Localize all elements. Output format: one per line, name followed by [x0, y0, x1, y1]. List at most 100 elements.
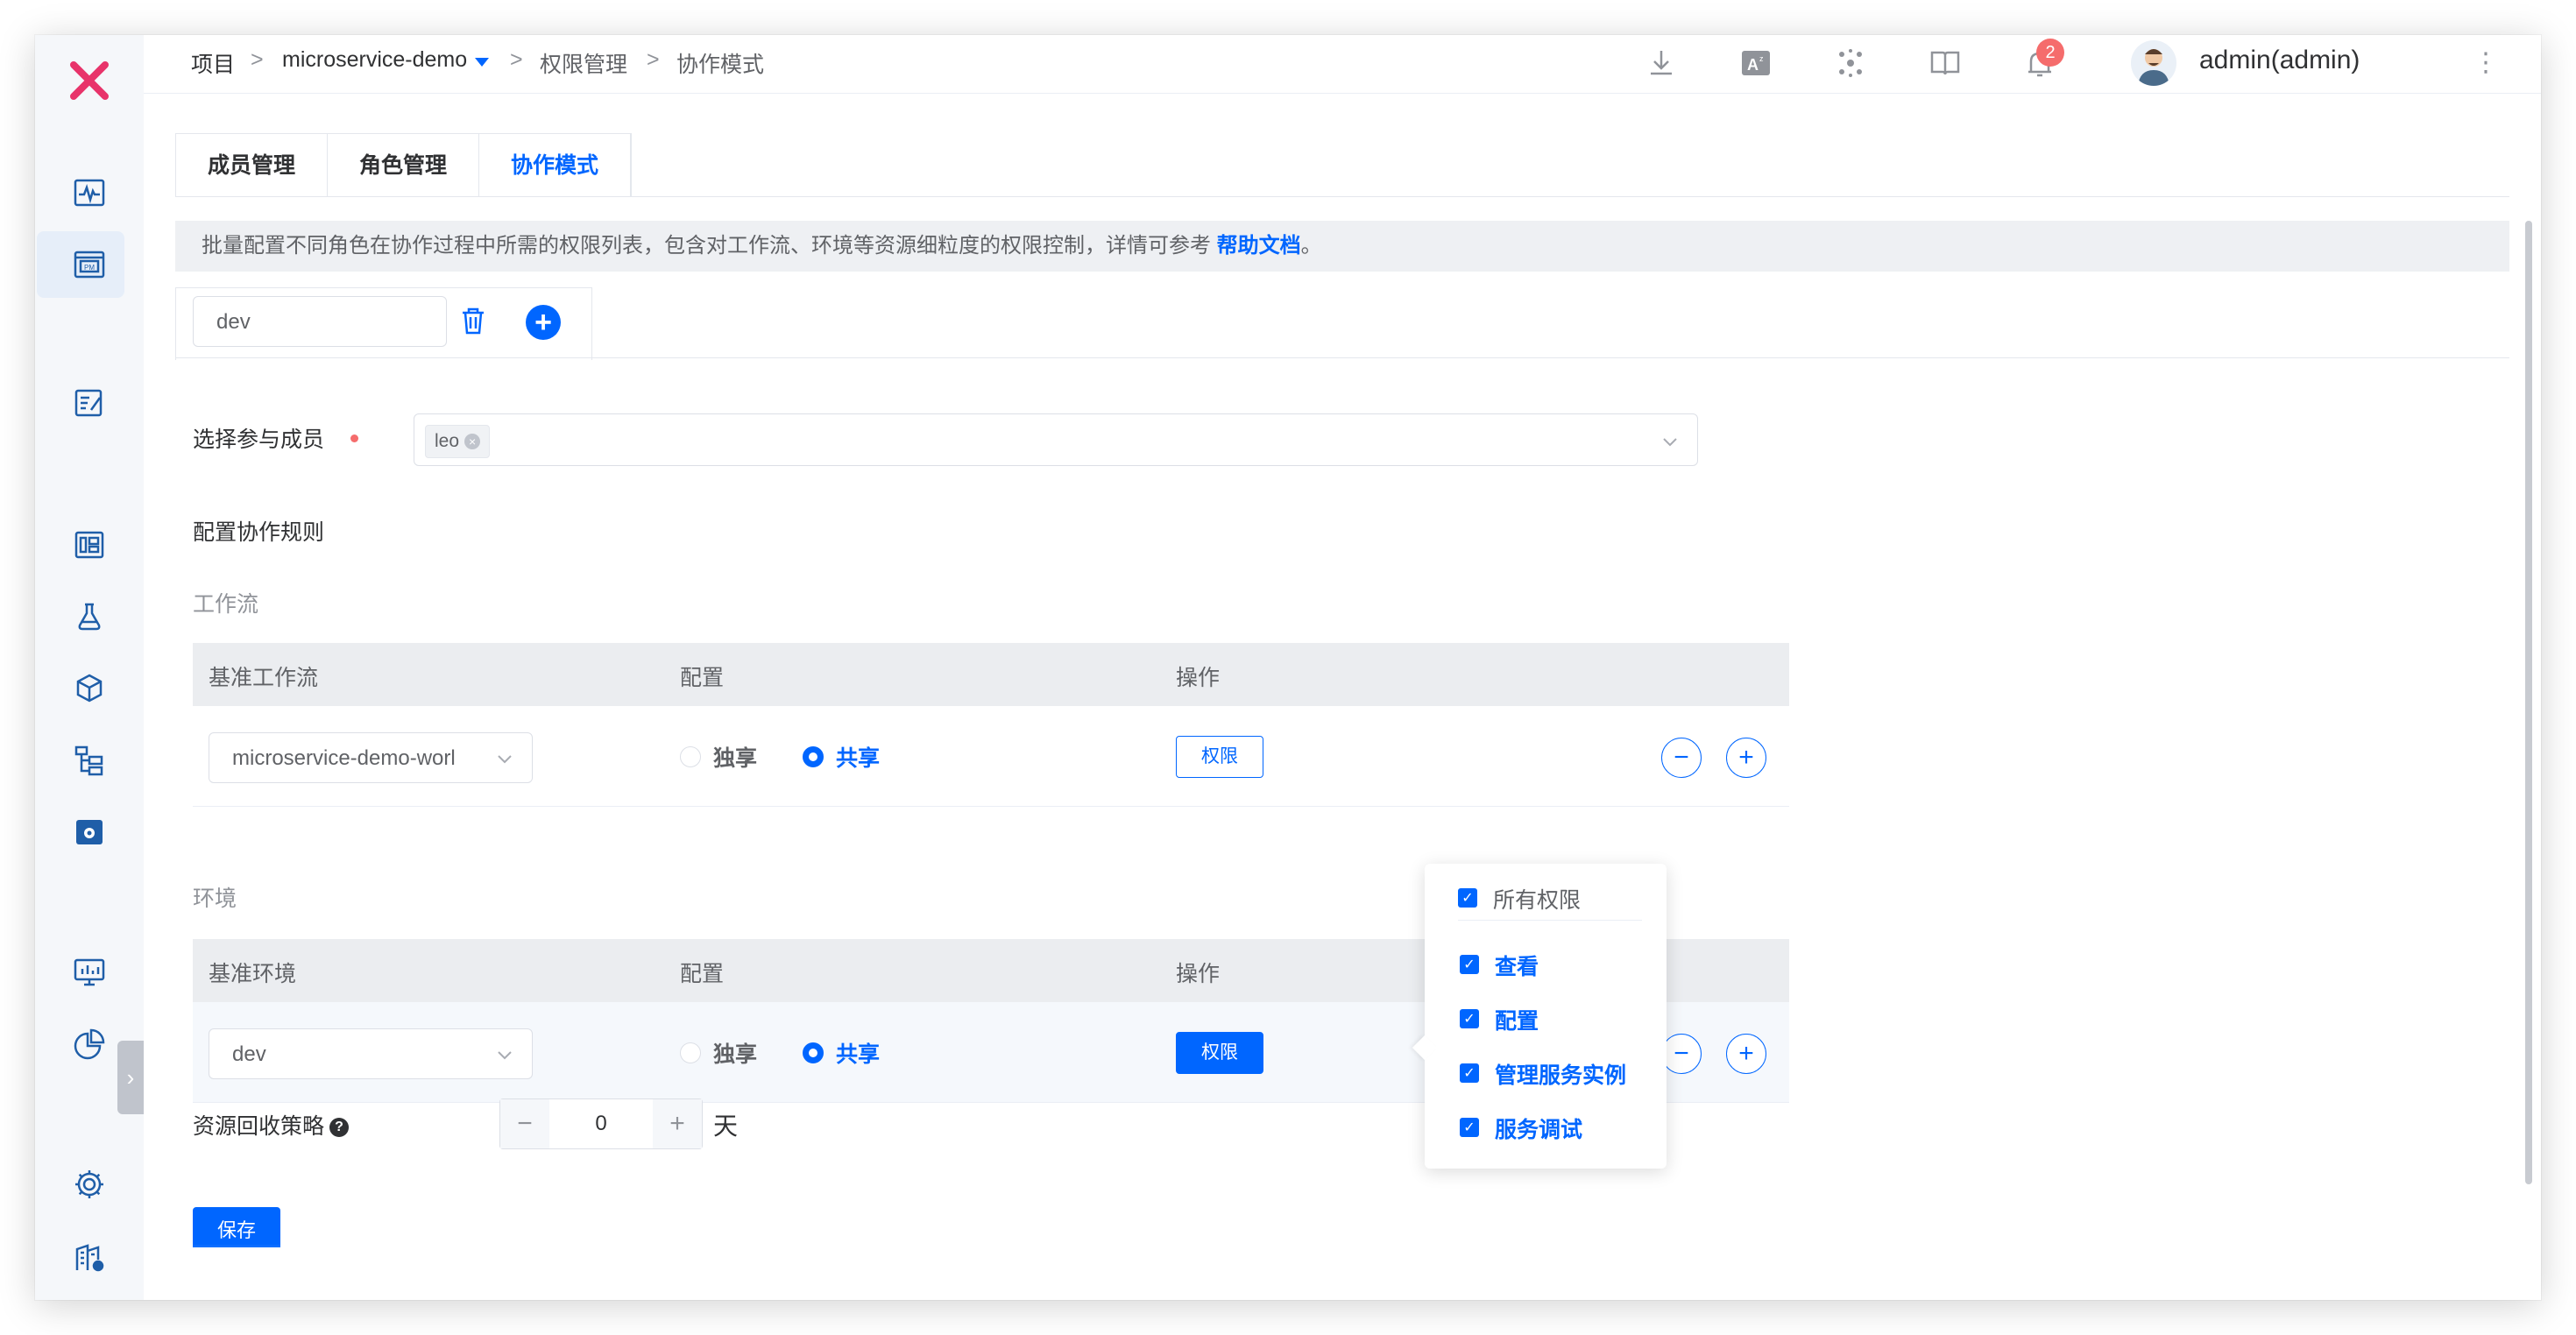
tab-divider [175, 196, 2509, 197]
checkbox-manage-instances-label[interactable]: 管理服务实例 [1495, 1058, 1626, 1090]
radio-shared[interactable] [803, 746, 824, 767]
vertical-scrollbar[interactable] [2525, 221, 2532, 1184]
document-edit-icon[interactable] [70, 384, 109, 422]
avatar[interactable] [2131, 40, 2176, 86]
role-name-input[interactable]: dev [193, 296, 447, 347]
environment-select[interactable]: dev [209, 1028, 533, 1079]
workflow-select-value: microservice-demo-worl [232, 746, 456, 770]
checkbox-config-label[interactable]: 配置 [1495, 1004, 1539, 1035]
svg-text:z: z [1759, 54, 1764, 63]
breadcrumb-project[interactable]: 项目 [191, 47, 235, 79]
project-dropdown-caret-icon[interactable] [475, 58, 489, 67]
main-content: 项目 > microservice-demo > 权限管理 > 协作模式 Az … [144, 35, 2541, 1300]
column-header: 配置 [680, 666, 725, 690]
tab-members[interactable]: 成员管理 [176, 134, 329, 197]
add-role-button[interactable]: + [526, 305, 561, 340]
popover-divider [1458, 920, 1642, 921]
bottom-fade [144, 1244, 2541, 1300]
workflow-permission-button[interactable]: 权限 [1176, 736, 1263, 778]
checkbox-all-label[interactable]: 所有权限 [1493, 883, 1581, 915]
info-banner: 批量配置不同角色在协作过程中所需的权限列表，包含对工作流、环境等资源细粒度的权限… [175, 221, 2509, 272]
tab-roles[interactable]: 角色管理 [328, 134, 480, 197]
pie-chart-icon[interactable] [70, 1025, 109, 1063]
translate-icon[interactable]: Az [1738, 46, 1773, 81]
breadcrumb-section[interactable]: 权限管理 [540, 47, 627, 79]
decrement-button[interactable]: − [500, 1099, 549, 1148]
user-name[interactable]: admin(admin) [2199, 46, 2360, 75]
workflow-section-title: 工作流 [193, 592, 259, 617]
increment-button[interactable]: + [653, 1099, 702, 1148]
workflow-select[interactable]: microservice-demo-worl [209, 732, 533, 783]
cluster-icon[interactable] [1833, 46, 1868, 81]
checkbox-config[interactable]: ✓ [1460, 1009, 1479, 1028]
checkbox-debug-label[interactable]: 服务调试 [1495, 1112, 1582, 1144]
remove-tag-icon[interactable]: × [464, 434, 481, 450]
rules-heading: 配置协作规则 [193, 520, 325, 545]
column-header: 操作 [1176, 962, 1221, 986]
checkbox-manage-instances[interactable]: ✓ [1460, 1063, 1479, 1083]
breadcrumb-project-name[interactable]: microservice-demo [282, 47, 467, 73]
save-button[interactable]: 保存 [193, 1207, 280, 1247]
column-header: 操作 [1176, 666, 1221, 690]
add-row-button[interactable]: + [1726, 738, 1766, 778]
environment-permission-button[interactable]: 权限 [1176, 1032, 1263, 1074]
building-icon[interactable] [70, 1237, 109, 1275]
breadcrumb-separator: > [510, 47, 523, 72]
recycle-policy-label: 资源回收策略? [193, 1109, 350, 1141]
radio-exclusive[interactable] [680, 1042, 701, 1063]
recycle-days-stepper[interactable]: − 0 + [499, 1098, 703, 1149]
member-tag: leo × [425, 425, 491, 458]
more-menu-icon[interactable]: ⋮ [2473, 47, 2499, 78]
settings-box-icon[interactable] [70, 813, 109, 851]
radio-shared-label[interactable]: 共享 [836, 741, 880, 773]
info-text: 批量配置不同角色在协作过程中所需的权限列表，包含对工作流、环境等资源细粒度的权限… [202, 234, 1217, 258]
svg-text:PM: PM [84, 264, 95, 272]
breadcrumb-separator: > [251, 47, 264, 72]
help-doc-link[interactable]: 帮助文档 [1217, 234, 1301, 258]
recycle-policy-text: 资源回收策略 [193, 1114, 325, 1139]
activity-icon[interactable] [70, 173, 109, 212]
help-icon[interactable]: ? [329, 1118, 350, 1138]
logo-icon[interactable] [61, 53, 117, 109]
member-select-label: 选择参与成员 [193, 427, 325, 452]
tab-collaboration[interactable]: 协作模式 [479, 134, 632, 197]
checkbox-view-label[interactable]: 查看 [1495, 950, 1539, 981]
recycle-days-value[interactable]: 0 [549, 1099, 653, 1148]
monitor-chart-icon[interactable] [70, 953, 109, 992]
tree-structure-icon[interactable] [70, 741, 109, 780]
checkbox-view[interactable]: ✓ [1460, 955, 1479, 974]
sidebar-collapse-toggle[interactable]: › [117, 1041, 144, 1114]
book-icon[interactable] [1928, 46, 1963, 81]
member-tag-label: leo [435, 431, 460, 451]
package-icon[interactable] [70, 669, 109, 708]
tab-bar: 成员管理 角色管理 协作模式 [175, 133, 633, 197]
project-pm-icon[interactable]: PM [70, 245, 109, 284]
chevron-down-icon [498, 1051, 512, 1060]
radio-exclusive-label[interactable]: 独享 [713, 741, 757, 773]
member-select[interactable]: leo × [414, 413, 1698, 466]
download-icon[interactable] [1644, 46, 1679, 81]
breadcrumb-separator: > [647, 47, 660, 72]
info-suffix: 。 [1300, 234, 1322, 258]
gear-icon[interactable] [70, 1165, 109, 1204]
dashboard-icon[interactable] [70, 526, 109, 564]
column-header: 配置 [680, 962, 725, 986]
radio-shared-label[interactable]: 共享 [836, 1037, 880, 1069]
checkbox-debug[interactable]: ✓ [1460, 1118, 1479, 1137]
chevron-down-icon [1663, 438, 1677, 447]
workflow-table-header: 基准工作流 配置 操作 [193, 643, 1789, 706]
delete-role-icon[interactable] [457, 305, 489, 336]
radio-exclusive-label[interactable]: 独享 [713, 1037, 757, 1069]
column-header: 基准工作流 [209, 666, 319, 690]
checkbox-all[interactable]: ✓ [1458, 888, 1477, 908]
add-row-button[interactable]: + [1726, 1034, 1766, 1074]
recycle-unit: 天 [713, 1112, 739, 1140]
radio-shared[interactable] [803, 1042, 824, 1063]
notification-badge: 2 [2036, 39, 2064, 67]
flask-icon[interactable] [70, 597, 109, 636]
radio-exclusive[interactable] [680, 746, 701, 767]
remove-row-button[interactable]: − [1661, 1034, 1702, 1074]
remove-row-button[interactable]: − [1661, 738, 1702, 778]
required-indicator [350, 434, 358, 442]
breadcrumb-current: 协作模式 [676, 53, 765, 77]
